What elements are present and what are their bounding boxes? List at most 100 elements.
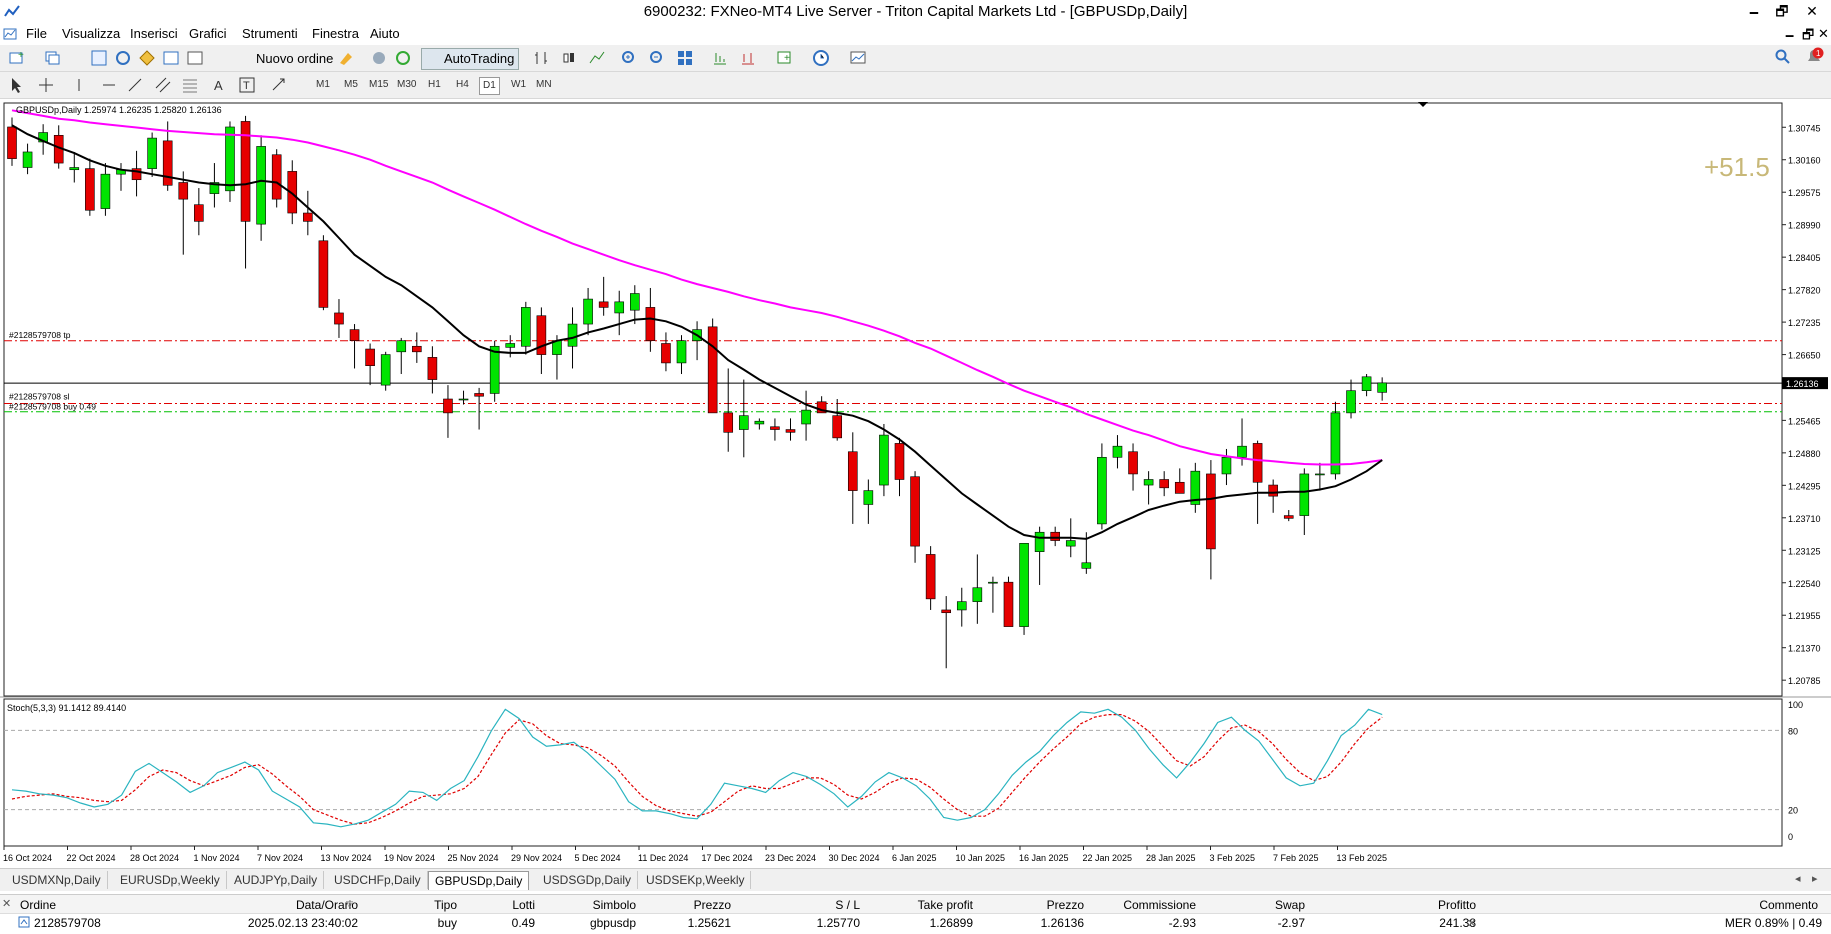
- text-label-icon[interactable]: T: [238, 76, 256, 94]
- market-icon[interactable]: [394, 49, 412, 67]
- tab-scroll-right-icon[interactable]: ▸: [1812, 872, 1818, 885]
- chart-window[interactable]: 1.30745 1.30160 1.29575 1.28990 1.28405 1.278…: [0, 102, 1831, 871]
- close-button[interactable]: ✕: [1798, 0, 1826, 22]
- chart-shift-icon[interactable]: [739, 49, 757, 67]
- chart-menu-icon[interactable]: [3, 27, 17, 41]
- text-icon[interactable]: A: [210, 76, 228, 94]
- terminal-icon[interactable]: [162, 49, 180, 67]
- bear-candle: [1268, 484, 1278, 497]
- bull-candle: [629, 293, 640, 311]
- crosshair-icon[interactable]: [37, 76, 55, 94]
- col-current-price[interactable]: Prezzo: [980, 897, 1084, 913]
- tab-usdsgdp-daily[interactable]: USDSGDp,Daily: [537, 871, 639, 889]
- col-order[interactable]: Ordine: [20, 897, 56, 913]
- maximize-button[interactable]: 🗗: [1768, 0, 1796, 22]
- profiles-icon[interactable]: [44, 49, 62, 67]
- horizontal-line-icon[interactable]: [100, 76, 118, 94]
- date-axis-label: 28 Oct 2024: [130, 853, 179, 863]
- autoscroll-icon[interactable]: [711, 49, 729, 67]
- date-axis-label: 3 Feb 2025: [1210, 853, 1256, 863]
- zoom-out-icon[interactable]: [648, 49, 666, 67]
- new-order-button[interactable]: Nuovo ordine: [233, 48, 338, 70]
- tf-m1[interactable]: M1: [313, 77, 333, 93]
- tab-eurusdp-weekly[interactable]: EURUSDp,Weekly: [114, 871, 227, 889]
- bear-candle: [707, 326, 718, 414]
- navigator-icon[interactable]: [138, 49, 156, 67]
- vertical-line-icon[interactable]: [70, 76, 88, 94]
- price-axis-label: 1.29575: [1788, 188, 1821, 198]
- tab-audjpyp-daily[interactable]: AUDJPYp,Daily: [228, 871, 325, 889]
- child-close-icon[interactable]: ✕: [1818, 26, 1829, 42]
- col-type[interactable]: Tipo: [360, 897, 457, 913]
- trendline-icon[interactable]: [126, 76, 144, 94]
- search-icon[interactable]: [1775, 49, 1791, 68]
- bull-candle: [972, 587, 983, 602]
- indicators-icon[interactable]: +: [776, 49, 794, 67]
- price-axis-label: 1.27820: [1788, 286, 1821, 296]
- periods-icon[interactable]: [812, 49, 830, 67]
- tf-h4[interactable]: H4: [453, 77, 472, 93]
- terminal-panel: ✕ Ordine Data/Orario ▽ Tipo Lotti Simbol…: [0, 894, 1831, 934]
- minimize-button[interactable]: 🗕: [1740, 0, 1768, 22]
- tf-w1[interactable]: W1: [508, 77, 529, 93]
- line-chart-icon[interactable]: [588, 49, 606, 67]
- bear-candle: [365, 348, 375, 366]
- price-axis-label: 1.24295: [1788, 481, 1821, 491]
- col-swap[interactable]: Swap: [1200, 897, 1305, 913]
- menu-aiuto[interactable]: Aiuto: [370, 26, 400, 41]
- bar-chart-icon[interactable]: [532, 49, 550, 67]
- tester-icon[interactable]: [186, 49, 204, 67]
- market-watch-icon[interactable]: [90, 49, 108, 67]
- tab-usdchfp-daily[interactable]: USDCHFp,Daily: [328, 871, 428, 889]
- menu-grafici[interactable]: Grafici: [189, 26, 227, 41]
- cursor-icon[interactable]: [8, 76, 26, 94]
- menu-visualizza[interactable]: Visualizza: [62, 26, 120, 41]
- tf-d1[interactable]: D1: [479, 77, 500, 95]
- signals-icon[interactable]: [370, 49, 388, 67]
- arrows-icon[interactable]: [270, 76, 288, 94]
- col-price[interactable]: Prezzo: [640, 897, 731, 913]
- terminal-close-icon[interactable]: ✕: [2, 897, 11, 910]
- col-lots[interactable]: Lotti: [460, 897, 535, 913]
- menu-finestra[interactable]: Finestra: [312, 26, 359, 41]
- new-order-label: Nuovo ordine: [256, 51, 334, 66]
- col-time[interactable]: Data/Orario: [230, 897, 358, 913]
- tf-m15[interactable]: M15: [366, 77, 391, 93]
- close-position-icon[interactable]: ✕: [1467, 916, 1476, 932]
- metaeditor-icon[interactable]: [337, 49, 355, 67]
- fibonacci-icon[interactable]: [181, 76, 199, 94]
- tf-m5[interactable]: M5: [341, 77, 361, 93]
- col-symbol[interactable]: Simbolo: [540, 897, 636, 913]
- col-tp[interactable]: Take profit: [880, 897, 973, 913]
- col-sl[interactable]: S / L: [790, 897, 860, 913]
- new-chart-icon[interactable]: +: [8, 49, 26, 67]
- bull-candle: [956, 601, 967, 611]
- tf-h1[interactable]: H1: [425, 77, 444, 93]
- tab-usdsekp-weekly[interactable]: USDSEKp,Weekly: [640, 871, 752, 889]
- menu-inserisci[interactable]: Inserisci: [130, 26, 178, 41]
- col-profit[interactable]: Profitto: [1320, 897, 1476, 913]
- candlestick-chart-icon[interactable]: [560, 49, 578, 67]
- col-comment[interactable]: Commento: [1700, 897, 1818, 913]
- menu-file[interactable]: File: [26, 26, 47, 41]
- price-axis-label: 1.20785: [1788, 676, 1821, 686]
- templates-icon[interactable]: [849, 49, 867, 67]
- autotrading-button[interactable]: AutoTrading: [421, 48, 520, 70]
- tf-mn[interactable]: MN: [533, 77, 555, 93]
- equidistant-channel-icon[interactable]: [154, 76, 172, 94]
- tab-gbpusdp-daily[interactable]: GBPUSDp,Daily: [428, 871, 530, 890]
- drawing-toolbar: A T M1 M5 M15 M30 H1 H4 D1 W1 MN: [0, 72, 1831, 99]
- bull-candle: [458, 398, 469, 401]
- notification-icon[interactable]: 1: [1804, 47, 1824, 70]
- col-commission[interactable]: Commissione: [1090, 897, 1196, 913]
- tf-m30[interactable]: M30: [394, 77, 419, 93]
- tile-windows-icon[interactable]: [676, 49, 694, 67]
- tab-usdmxnp-daily[interactable]: USDMXNp,Daily: [6, 871, 108, 889]
- menu-strumenti[interactable]: Strumenti: [242, 26, 298, 41]
- tab-scroll-left-icon[interactable]: ◂: [1795, 872, 1801, 885]
- zoom-in-icon[interactable]: [620, 49, 638, 67]
- price-axis-label: 1.21370: [1788, 644, 1821, 654]
- price-chart[interactable]: 1.30745 1.30160 1.29575 1.28990 1.28405 1.278…: [0, 102, 1831, 871]
- bull-candle: [676, 340, 687, 364]
- data-window-icon[interactable]: [114, 49, 132, 67]
